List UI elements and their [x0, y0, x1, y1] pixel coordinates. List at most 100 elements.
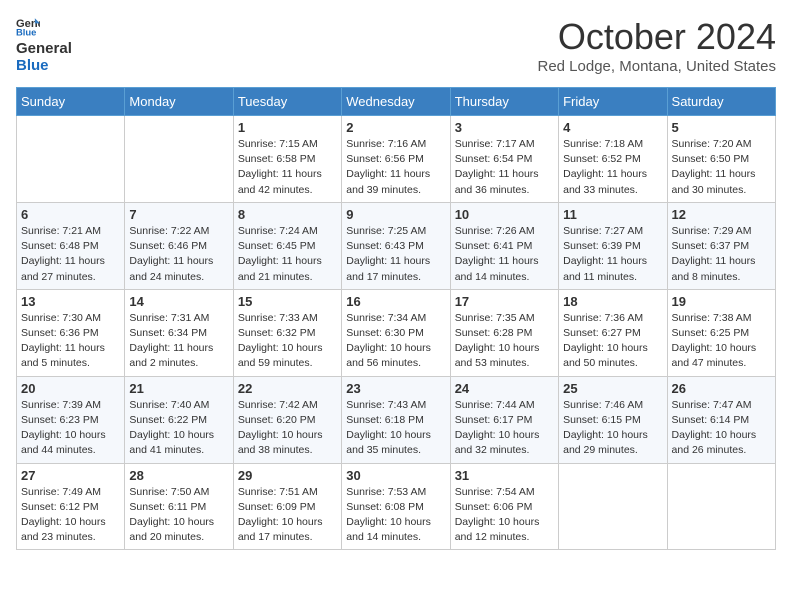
calendar-cell: 7 Sunrise: 7:22 AMSunset: 6:46 PMDaylight… [125, 202, 233, 289]
calendar-cell: 1 Sunrise: 7:15 AMSunset: 6:58 PMDaylight… [233, 116, 341, 203]
day-number: 12 [672, 207, 771, 222]
day-info: Sunrise: 7:34 AMSunset: 6:30 PMDaylight:… [346, 311, 445, 372]
logo: General Blue General Blue [16, 16, 72, 74]
calendar-cell: 8 Sunrise: 7:24 AMSunset: 6:45 PMDaylight… [233, 202, 341, 289]
day-number: 23 [346, 381, 445, 396]
calendar-cell: 5 Sunrise: 7:20 AMSunset: 6:50 PMDaylight… [667, 116, 775, 203]
calendar-week-row: 1 Sunrise: 7:15 AMSunset: 6:58 PMDaylight… [17, 116, 776, 203]
location-title: Red Lodge, Montana, United States [538, 58, 777, 75]
page-header: General Blue General Blue October 2024 R… [16, 16, 776, 75]
title-block: October 2024 Red Lodge, Montana, United … [538, 16, 777, 75]
weekday-header-wednesday: Wednesday [342, 88, 450, 116]
day-number: 7 [129, 207, 228, 222]
day-info: Sunrise: 7:29 AMSunset: 6:37 PMDaylight:… [672, 224, 771, 285]
day-info: Sunrise: 7:49 AMSunset: 6:12 PMDaylight:… [21, 485, 120, 546]
day-info: Sunrise: 7:47 AMSunset: 6:14 PMDaylight:… [672, 398, 771, 459]
day-number: 13 [21, 294, 120, 309]
logo-text-blue: Blue [16, 57, 49, 74]
day-number: 5 [672, 120, 771, 135]
day-info: Sunrise: 7:35 AMSunset: 6:28 PMDaylight:… [455, 311, 554, 372]
day-info: Sunrise: 7:53 AMSunset: 6:08 PMDaylight:… [346, 485, 445, 546]
day-number: 22 [238, 381, 337, 396]
day-info: Sunrise: 7:16 AMSunset: 6:56 PMDaylight:… [346, 137, 445, 198]
day-number: 2 [346, 120, 445, 135]
day-info: Sunrise: 7:20 AMSunset: 6:50 PMDaylight:… [672, 137, 771, 198]
calendar-cell: 31Sunrise: 7:54 AMSunset: 6:06 PMDayligh… [450, 463, 558, 550]
calendar-week-row: 27 Sunrise: 7:49 AMSunset: 6:12 PMDayligh… [17, 463, 776, 550]
day-info: Sunrise: 7:39 AMSunset: 6:23 PMDaylight:… [21, 398, 120, 459]
day-number: 21 [129, 381, 228, 396]
day-info: Sunrise: 7:40 AMSunset: 6:22 PMDaylight:… [129, 398, 228, 459]
day-info: Sunrise: 7:30 AMSunset: 6:36 PMDaylight:… [21, 311, 120, 372]
weekday-header-saturday: Saturday [667, 88, 775, 116]
day-info: Sunrise: 7:54 AMSunset: 6:06 PMDaylight:… [455, 485, 554, 546]
logo-icon: General Blue [16, 16, 40, 36]
weekday-header-monday: Monday [125, 88, 233, 116]
day-info: Sunrise: 7:24 AMSunset: 6:45 PMDaylight:… [238, 224, 337, 285]
calendar-cell [559, 463, 667, 550]
calendar-header-row: SundayMondayTuesdayWednesdayThursdayFrid… [17, 88, 776, 116]
calendar-cell: 25 Sunrise: 7:46 AMSunset: 6:15 PMDayligh… [559, 376, 667, 463]
day-number: 9 [346, 207, 445, 222]
day-number: 1 [238, 120, 337, 135]
day-info: Sunrise: 7:31 AMSunset: 6:34 PMDaylight:… [129, 311, 228, 372]
calendar-cell: 28 Sunrise: 7:50 AMSunset: 6:11 PMDayligh… [125, 463, 233, 550]
day-info: Sunrise: 7:21 AMSunset: 6:48 PMDaylight:… [21, 224, 120, 285]
day-number: 15 [238, 294, 337, 309]
day-info: Sunrise: 7:44 AMSunset: 6:17 PMDaylight:… [455, 398, 554, 459]
day-info: Sunrise: 7:18 AMSunset: 6:52 PMDaylight:… [563, 137, 662, 198]
day-info: Sunrise: 7:25 AMSunset: 6:43 PMDaylight:… [346, 224, 445, 285]
calendar-cell: 26Sunrise: 7:47 AMSunset: 6:14 PMDayligh… [667, 376, 775, 463]
day-number: 11 [563, 207, 662, 222]
svg-text:Blue: Blue [16, 26, 36, 36]
calendar-cell: 11 Sunrise: 7:27 AMSunset: 6:39 PMDayligh… [559, 202, 667, 289]
day-info: Sunrise: 7:33 AMSunset: 6:32 PMDaylight:… [238, 311, 337, 372]
day-number: 10 [455, 207, 554, 222]
day-info: Sunrise: 7:42 AMSunset: 6:20 PMDaylight:… [238, 398, 337, 459]
day-info: Sunrise: 7:43 AMSunset: 6:18 PMDaylight:… [346, 398, 445, 459]
month-title: October 2024 [538, 16, 777, 58]
calendar-cell: 16Sunrise: 7:34 AMSunset: 6:30 PMDayligh… [342, 289, 450, 376]
calendar-week-row: 20 Sunrise: 7:39 AMSunset: 6:23 PMDayligh… [17, 376, 776, 463]
calendar-cell: 22 Sunrise: 7:42 AMSunset: 6:20 PMDayligh… [233, 376, 341, 463]
day-number: 24 [455, 381, 554, 396]
day-info: Sunrise: 7:26 AMSunset: 6:41 PMDaylight:… [455, 224, 554, 285]
day-info: Sunrise: 7:46 AMSunset: 6:15 PMDaylight:… [563, 398, 662, 459]
calendar-cell: 17 Sunrise: 7:35 AMSunset: 6:28 PMDayligh… [450, 289, 558, 376]
weekday-header-tuesday: Tuesday [233, 88, 341, 116]
calendar-cell [125, 116, 233, 203]
calendar-cell: 9 Sunrise: 7:25 AMSunset: 6:43 PMDaylight… [342, 202, 450, 289]
day-number: 25 [563, 381, 662, 396]
calendar-cell: 18Sunrise: 7:36 AMSunset: 6:27 PMDayligh… [559, 289, 667, 376]
calendar-cell: 3 Sunrise: 7:17 AMSunset: 6:54 PMDaylight… [450, 116, 558, 203]
calendar-cell: 14Sunrise: 7:31 AMSunset: 6:34 PMDayligh… [125, 289, 233, 376]
day-number: 3 [455, 120, 554, 135]
weekday-header-friday: Friday [559, 88, 667, 116]
calendar-cell: 27 Sunrise: 7:49 AMSunset: 6:12 PMDayligh… [17, 463, 125, 550]
day-number: 28 [129, 468, 228, 483]
calendar-cell: 19Sunrise: 7:38 AMSunset: 6:25 PMDayligh… [667, 289, 775, 376]
day-number: 17 [455, 294, 554, 309]
calendar-cell: 4 Sunrise: 7:18 AMSunset: 6:52 PMDaylight… [559, 116, 667, 203]
calendar-cell: 15 Sunrise: 7:33 AMSunset: 6:32 PMDayligh… [233, 289, 341, 376]
day-info: Sunrise: 7:27 AMSunset: 6:39 PMDaylight:… [563, 224, 662, 285]
calendar-cell: 6 Sunrise: 7:21 AMSunset: 6:48 PMDaylight… [17, 202, 125, 289]
calendar-cell: 23 Sunrise: 7:43 AMSunset: 6:18 PMDayligh… [342, 376, 450, 463]
day-info: Sunrise: 7:51 AMSunset: 6:09 PMDaylight:… [238, 485, 337, 546]
calendar-cell [667, 463, 775, 550]
day-number: 19 [672, 294, 771, 309]
day-number: 8 [238, 207, 337, 222]
calendar-cell: 30Sunrise: 7:53 AMSunset: 6:08 PMDayligh… [342, 463, 450, 550]
day-info: Sunrise: 7:36 AMSunset: 6:27 PMDaylight:… [563, 311, 662, 372]
weekday-header-thursday: Thursday [450, 88, 558, 116]
calendar-cell: 29Sunrise: 7:51 AMSunset: 6:09 PMDayligh… [233, 463, 341, 550]
day-info: Sunrise: 7:15 AMSunset: 6:58 PMDaylight:… [238, 137, 337, 198]
day-info: Sunrise: 7:22 AMSunset: 6:46 PMDaylight:… [129, 224, 228, 285]
calendar-cell [17, 116, 125, 203]
day-info: Sunrise: 7:17 AMSunset: 6:54 PMDaylight:… [455, 137, 554, 198]
day-number: 27 [21, 468, 120, 483]
day-number: 4 [563, 120, 662, 135]
day-info: Sunrise: 7:50 AMSunset: 6:11 PMDaylight:… [129, 485, 228, 546]
day-number: 6 [21, 207, 120, 222]
day-number: 20 [21, 381, 120, 396]
